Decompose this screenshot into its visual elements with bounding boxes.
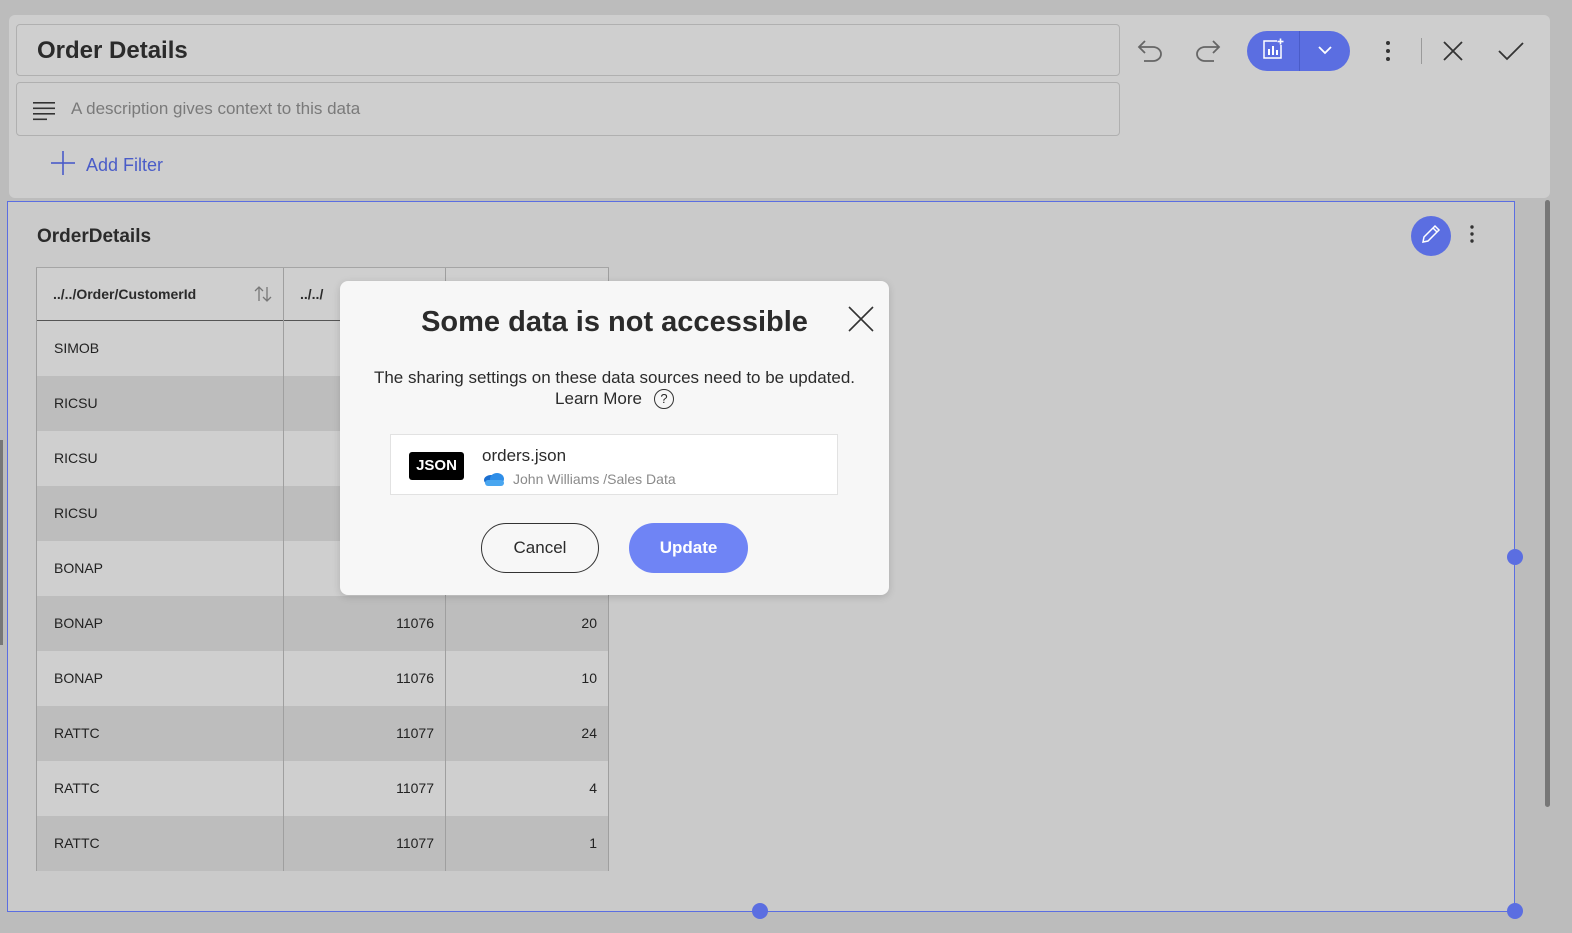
cell-customer: BONAP — [36, 541, 284, 596]
cell-quantity: 10 — [446, 651, 609, 706]
cancel-button[interactable]: Cancel — [481, 523, 599, 573]
source-file-name: orders.json — [482, 446, 567, 465]
table-row[interactable]: BONAP 11076 20 — [36, 596, 609, 651]
table-row[interactable]: RATTC 11077 1 — [36, 816, 609, 871]
add-filter-button[interactable]: Add Filter — [50, 150, 163, 181]
widget-title: OrderDetails — [37, 226, 152, 247]
undo-icon[interactable] — [1136, 37, 1164, 68]
dialog-message-text: The sharing settings on these data sourc… — [373, 368, 856, 387]
add-filter-label: Add Filter — [86, 155, 164, 175]
cell-customer: RATTC — [36, 706, 284, 761]
add-visualization-dropdown[interactable] — [1300, 31, 1351, 71]
sort-icon[interactable] — [253, 284, 273, 309]
redo-icon[interactable] — [1194, 37, 1222, 68]
cell-customer: RICSU — [36, 431, 284, 486]
column-header-label: ../../Order/CustomerId — [53, 286, 197, 302]
cell-quantity: 24 — [446, 706, 609, 761]
cell-order: 11077 — [284, 816, 446, 871]
check-icon[interactable] — [1497, 39, 1525, 68]
table-row[interactable]: RATTC 11077 24 — [36, 706, 609, 761]
toolbar-divider — [1421, 38, 1422, 64]
pencil-icon — [1420, 223, 1442, 250]
cell-quantity: 1 — [446, 816, 609, 871]
resize-handle-right[interactable] — [1507, 549, 1523, 565]
cell-customer: RATTC — [36, 816, 284, 871]
cell-customer: BONAP — [36, 651, 284, 706]
plus-icon — [50, 150, 76, 181]
column-header-label: ../../ — [300, 286, 324, 302]
edit-widget-button[interactable] — [1411, 216, 1451, 256]
resize-handle-corner[interactable] — [1507, 903, 1523, 919]
description-field[interactable]: A description gives context to this data — [16, 82, 1120, 136]
cell-customer: BONAP — [36, 596, 284, 651]
access-dialog: Some data is not accessible The sharing … — [340, 281, 889, 595]
more-vertical-icon[interactable] — [1383, 39, 1393, 68]
learn-more-label: Learn More — [555, 389, 642, 408]
learn-more-link[interactable]: Learn More ? — [555, 388, 674, 409]
close-icon[interactable] — [847, 305, 875, 338]
column-header-customer[interactable]: ../../Order/CustomerId — [36, 268, 284, 321]
table-row[interactable]: RATTC 11077 4 — [36, 761, 609, 816]
cell-quantity: 20 — [446, 596, 609, 651]
cell-order: 11076 — [284, 651, 446, 706]
data-source-card: JSON orders.json John Williams /Sales Da… — [390, 434, 838, 495]
chevron-down-icon — [1318, 42, 1332, 60]
json-badge: JSON — [409, 452, 464, 480]
left-edge-handle — [0, 440, 3, 645]
add-visualization-split-button — [1247, 31, 1350, 71]
add-visualization-button[interactable] — [1247, 31, 1300, 71]
cell-customer: RATTC — [36, 761, 284, 816]
description-icon — [33, 101, 55, 126]
cell-order: 11076 — [284, 596, 446, 651]
vertical-scrollbar[interactable] — [1545, 200, 1550, 807]
cell-order: 11077 — [284, 706, 446, 761]
chart-add-icon — [1262, 37, 1284, 65]
cell-customer: RICSU — [36, 486, 284, 541]
cell-customer: SIMOB — [36, 321, 284, 376]
dialog-message: The sharing settings on these data sourc… — [340, 367, 889, 409]
help-icon: ? — [653, 388, 674, 409]
resize-handle-bottom[interactable] — [752, 903, 768, 919]
cell-customer: RICSU — [36, 376, 284, 431]
cell-order: 11077 — [284, 761, 446, 816]
update-button[interactable]: Update — [629, 523, 748, 573]
cell-quantity: 4 — [446, 761, 609, 816]
table-row[interactable]: BONAP 11076 10 — [36, 651, 609, 706]
source-path: John Williams /Sales Data — [513, 471, 676, 487]
dialog-title: Some data is not accessible — [421, 306, 808, 338]
page-title: Order Details — [37, 37, 188, 64]
close-icon[interactable] — [1441, 39, 1465, 68]
title-field[interactable]: Order Details — [16, 24, 1120, 76]
description-placeholder: A description gives context to this data — [71, 99, 361, 118]
onedrive-cloud-icon — [482, 471, 506, 492]
widget-more-icon[interactable] — [1468, 224, 1476, 249]
